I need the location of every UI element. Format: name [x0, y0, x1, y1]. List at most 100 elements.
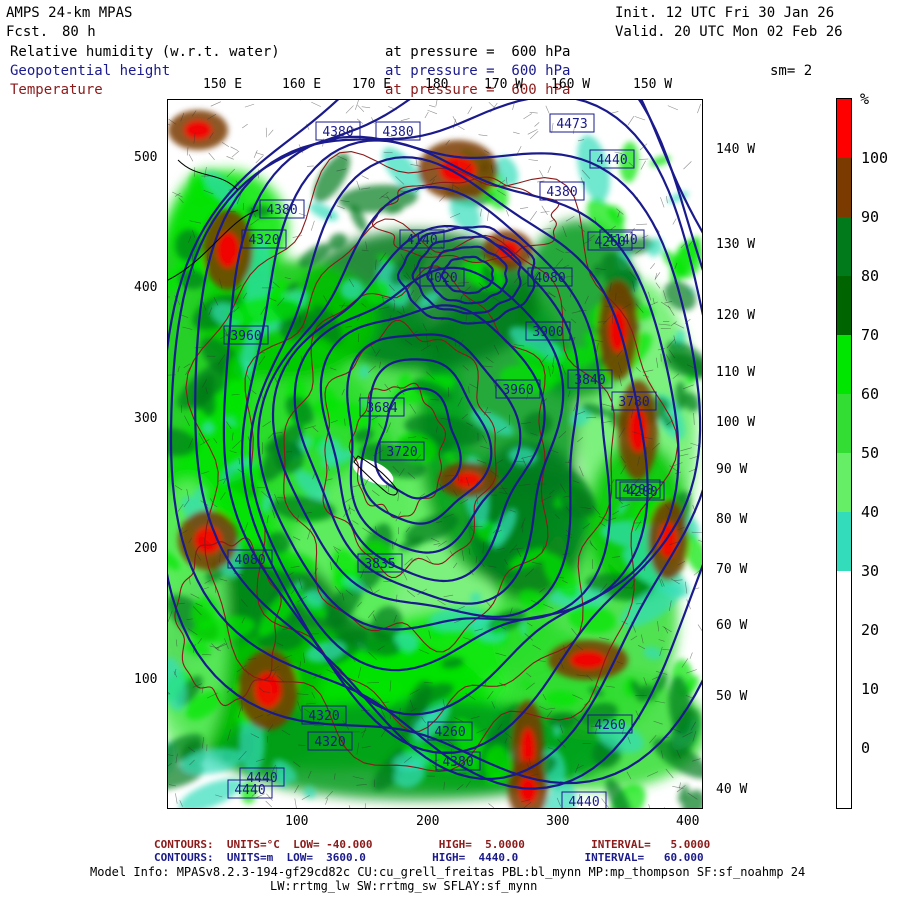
colorbar-label: 100 — [861, 149, 889, 167]
left-grid-tick: 200 — [134, 541, 158, 556]
left-grid-tick: 400 — [134, 280, 158, 295]
height-contour-label: 4380 — [539, 181, 585, 201]
height-label-text: 3780 — [618, 395, 649, 410]
colorbar-segment — [837, 571, 851, 808]
height-label-text: 3720 — [386, 445, 417, 460]
humidity-colorbar — [836, 98, 852, 809]
height-label-text: 4440 — [596, 153, 627, 168]
forecast-label: Fcst. — [6, 24, 49, 40]
height-contour-label: 4140 — [599, 229, 645, 249]
bottom-grid-tick: 400 — [676, 814, 700, 829]
field-level-rh: at pressure = 600 hPa — [385, 44, 571, 60]
field-name-temp: Temperature — [10, 82, 103, 98]
saturated-core — [519, 776, 537, 804]
height-contour-label: 3720 — [379, 441, 425, 461]
top-lon-label: 160 E — [282, 77, 322, 92]
height-label-text: 4380 — [322, 125, 353, 140]
height-contour-label: 4380 — [435, 751, 481, 771]
colorbar-label: 20 — [861, 621, 880, 639]
right-lon-label: 120 W — [716, 308, 756, 323]
colorbar-label: 80 — [861, 267, 880, 285]
height-contour-label: 4080 — [527, 267, 573, 287]
colorbar-label: 0 — [861, 739, 871, 757]
height-contour-label: 3835 — [357, 553, 403, 573]
height-label-text: 4440 — [234, 783, 265, 798]
height-label-text: 4260 — [594, 718, 625, 733]
height-label-text: 4380 — [266, 203, 297, 218]
colorbar-label: 60 — [861, 385, 880, 403]
field-level-height: at pressure = 600 hPa — [385, 63, 571, 79]
height-label-text: 4380 — [382, 125, 413, 140]
model-title: AMPS 24-km MPAS — [6, 5, 133, 21]
height-contour-label: 4380 — [375, 121, 421, 141]
height-contour-label: 4473 — [549, 113, 595, 133]
top-lon-label: 160 W — [551, 77, 591, 92]
right-lon-label: 60 W — [716, 618, 748, 633]
field-name-height: Geopotential height — [10, 63, 171, 79]
left-grid-tick: 100 — [134, 672, 158, 687]
height-label-text: 4473 — [556, 117, 587, 132]
colorbar-label: 90 — [861, 208, 880, 226]
colorbar-label: 30 — [861, 562, 880, 580]
right-lon-label: 70 W — [716, 562, 748, 577]
map-panel: 4380 4380 4473 4440 4380 4380 4320 4260 4140 4080… — [167, 99, 703, 809]
top-lon-label: 150 E — [203, 77, 243, 92]
right-lon-label: 140 W — [716, 142, 756, 157]
height-label-text: 3960 — [230, 329, 261, 344]
moist-detail — [175, 229, 202, 262]
valid-time: Valid. 20 UTC Mon 02 Feb 26 — [615, 24, 843, 40]
height-contour-label: 4440 — [561, 791, 607, 808]
field-name-rh: Relative humidity (w.r.t. water) — [10, 44, 280, 60]
colorbar-segment — [837, 335, 851, 394]
colorbar-segment — [837, 453, 851, 512]
top-lon-label: 180 — [425, 77, 449, 92]
height-label-text: 4140 — [406, 233, 437, 248]
height-label-text: 4200 — [622, 483, 653, 498]
height-contour-info: CONTOURS: UNITS=m LOW= 3600.0 HIGH= 4440… — [154, 851, 704, 864]
height-label-text: 4320 — [248, 233, 279, 248]
bottom-grid-tick: 100 — [285, 814, 309, 829]
right-lon-label: 40 W — [716, 782, 748, 797]
field-level-temp: at pressure = 600 hPa — [385, 82, 571, 98]
height-label-text: 4320 — [314, 735, 345, 750]
height-contour-label: 3684 — [359, 397, 405, 417]
height-label-text: 4320 — [308, 709, 339, 724]
height-contour-label: 3960 — [495, 379, 541, 399]
saturated-core — [184, 121, 212, 139]
colorbar-segment — [837, 512, 851, 571]
colorbar-segment — [837, 99, 851, 158]
height-contour-label: 4440 — [589, 149, 635, 169]
height-label-text: 4020 — [426, 271, 457, 286]
height-contour-label: 4380 — [315, 121, 361, 141]
height-label-text: 3835 — [364, 557, 395, 572]
colorbar-segment — [837, 217, 851, 276]
height-contour-label: 4440 — [227, 779, 273, 799]
height-contour-label: 3840 — [567, 369, 613, 389]
height-contour-label: 4320 — [241, 229, 287, 249]
bottom-grid-tick: 200 — [416, 814, 440, 829]
height-label-text: 3960 — [502, 383, 533, 398]
height-contour-label: 4380 — [259, 199, 305, 219]
height-contour-label: 3900 — [525, 321, 571, 341]
colorbar-label: 40 — [861, 503, 880, 521]
height-label-text: 4260 — [434, 725, 465, 740]
height-contour-label: 4200 — [615, 479, 661, 499]
colorbar-segment — [837, 394, 851, 453]
saturated-core — [570, 651, 606, 669]
height-contour-label: 4140 — [399, 229, 445, 249]
height-label-text: 3840 — [574, 373, 605, 388]
bottom-grid-tick: 300 — [546, 814, 570, 829]
colorbar-segment — [837, 276, 851, 335]
right-lon-label: 50 W — [716, 689, 748, 704]
left-grid-tick: 500 — [134, 150, 158, 165]
height-label-text: 4140 — [606, 233, 637, 248]
model-info: Model Info: MPASv8.2.3-194-gf29cd82c CU:… — [90, 865, 806, 879]
height-label-text: 4380 — [442, 755, 473, 770]
top-lon-label: 170 E — [352, 77, 392, 92]
init-time: Init. 12 UTC Fri 30 Jan 26 — [615, 5, 835, 21]
height-contour-label: 4260 — [587, 714, 633, 734]
top-lon-label: 170 W — [484, 77, 524, 92]
right-lon-label: 90 W — [716, 462, 748, 477]
colorbar-label: 70 — [861, 326, 880, 344]
left-grid-tick: 300 — [134, 411, 158, 426]
